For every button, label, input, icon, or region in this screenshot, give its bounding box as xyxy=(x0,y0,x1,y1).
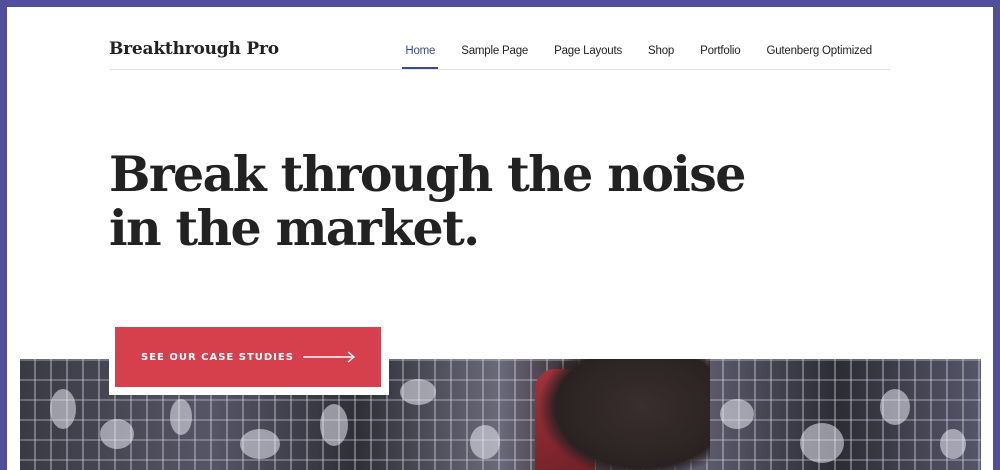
nav-item-portfolio[interactable]: Portfolio xyxy=(687,45,753,57)
primary-nav: Home Sample Page Page Layouts Shop Portf… xyxy=(392,45,885,69)
page: Breakthrough Pro Home Sample Page Page L… xyxy=(7,7,993,470)
arrow-right-icon xyxy=(303,351,356,363)
see-case-studies-button[interactable]: SEE OUR CASE STUDIES xyxy=(115,327,381,387)
nav-item-sample-page[interactable]: Sample Page xyxy=(448,45,541,57)
hero-headline: Break through the noise in the market. xyxy=(109,147,749,255)
site-header: Breakthrough Pro Home Sample Page Page L… xyxy=(109,7,891,70)
cta-container: SEE OUR CASE STUDIES xyxy=(109,321,389,395)
nav-item-home[interactable]: Home xyxy=(392,45,448,69)
nav-item-page-layouts[interactable]: Page Layouts xyxy=(541,45,635,57)
person-shape xyxy=(540,359,710,470)
cta-label: SEE OUR CASE STUDIES xyxy=(141,351,294,363)
nav-item-shop[interactable]: Shop xyxy=(635,45,687,57)
hero-headline-line-2: in the market. xyxy=(109,199,480,257)
nav-item-gutenberg-optimized[interactable]: Gutenberg Optimized xyxy=(753,45,885,57)
hero-headline-line-1: Break through the noise xyxy=(109,145,746,203)
site-title-link[interactable]: Breakthrough Pro xyxy=(109,39,279,59)
